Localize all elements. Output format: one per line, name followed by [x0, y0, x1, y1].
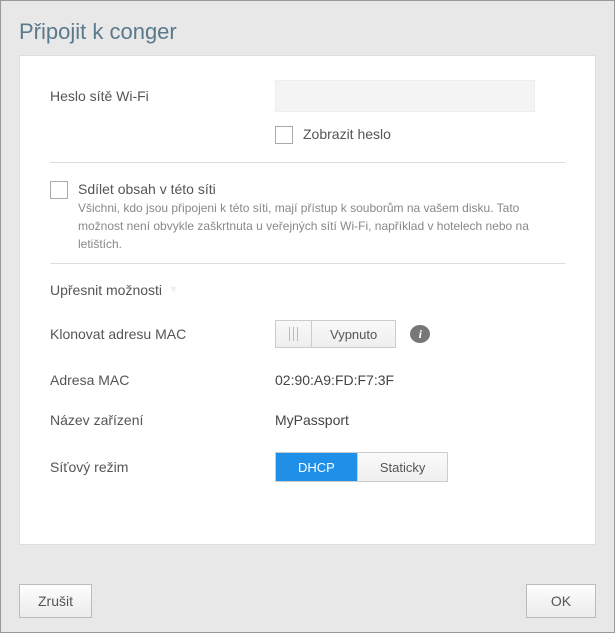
info-icon[interactable]: i: [410, 325, 430, 343]
mode-static-button[interactable]: Staticky: [357, 453, 448, 481]
wifi-password-input[interactable]: [275, 80, 535, 112]
chevron-down-icon: ▼: [168, 284, 179, 296]
wifi-password-row: Heslo sítě Wi-Fi: [50, 80, 565, 112]
share-content-checkbox[interactable]: [50, 181, 68, 199]
share-content-row: Sdílet obsah v této síti Všichni, kdo js…: [50, 181, 565, 253]
divider: [50, 263, 565, 264]
share-content-label: Sdílet obsah v této síti: [78, 181, 565, 197]
network-mode-label: Síťový režim: [50, 459, 275, 475]
advanced-options-label: Upřesnit možnosti: [50, 282, 162, 298]
show-password-checkbox[interactable]: [275, 126, 293, 144]
network-mode-row: Síťový režim DHCP Staticky: [50, 452, 565, 482]
mac-address-label: Adresa MAC: [50, 372, 275, 388]
cancel-button[interactable]: Zrušit: [19, 584, 92, 618]
mac-address-row: Adresa MAC 02:90:A9:FD:F7:3F: [50, 372, 565, 388]
show-password-label: Zobrazit heslo: [303, 126, 391, 142]
clone-mac-state: Vypnuto: [312, 321, 395, 347]
ok-button[interactable]: OK: [526, 584, 596, 618]
divider: [50, 162, 565, 163]
clone-mac-row: Klonovat adresu MAC Vypnuto i: [50, 320, 565, 348]
dialog-body: Heslo sítě Wi-Fi Zobrazit heslo Sdílet o…: [19, 55, 596, 545]
mode-dhcp-button[interactable]: DHCP: [276, 453, 357, 481]
dialog-footer: Zrušit OK: [1, 570, 614, 632]
device-name-value: MyPassport: [275, 412, 349, 428]
device-name-row: Název zařízení MyPassport: [50, 412, 565, 428]
advanced-options-header[interactable]: Upřesnit možnosti ▼: [50, 282, 565, 298]
network-mode-segmented: DHCP Staticky: [275, 452, 448, 482]
connect-dialog: Připojit k conger Heslo sítě Wi-Fi Zobra…: [0, 0, 615, 633]
share-content-description: Všichni, kdo jsou připojeni k této síti,…: [78, 201, 529, 251]
toggle-handle[interactable]: [276, 321, 312, 347]
device-name-label: Název zařízení: [50, 412, 275, 428]
show-password-row: Zobrazit heslo: [275, 126, 565, 144]
clone-mac-toggle[interactable]: Vypnuto: [275, 320, 396, 348]
dialog-title: Připojit k conger: [1, 1, 614, 55]
mac-address-value: 02:90:A9:FD:F7:3F: [275, 372, 394, 388]
clone-mac-label: Klonovat adresu MAC: [50, 326, 275, 342]
wifi-password-label: Heslo sítě Wi-Fi: [50, 88, 275, 104]
